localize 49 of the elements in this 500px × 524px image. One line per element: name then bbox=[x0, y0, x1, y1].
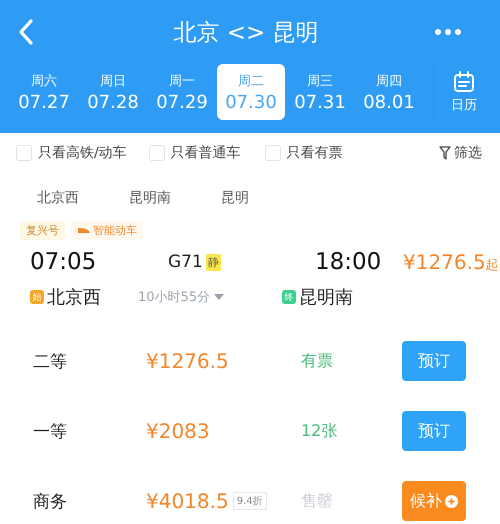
station-option[interactable]: 昆明 bbox=[221, 189, 249, 217]
plus-icon bbox=[445, 494, 458, 508]
checkbox[interactable] bbox=[264, 145, 281, 161]
more-icon[interactable] bbox=[434, 28, 462, 36]
lowest-price: ¥1276.5起 bbox=[403, 250, 499, 274]
discount-badge: 9.4折 bbox=[232, 492, 267, 510]
seat-availability: 12张 bbox=[301, 420, 338, 442]
checkbox[interactable] bbox=[148, 145, 165, 161]
date-tab[interactable]: 周二 07.30 bbox=[217, 64, 285, 120]
quiet-badge: 静 bbox=[206, 254, 221, 270]
end-badge: 终 bbox=[282, 290, 296, 304]
seat-price: ¥1276.5 bbox=[146, 349, 229, 373]
train-tag: 复兴号 bbox=[20, 221, 65, 240]
seat-price: ¥4018.5 bbox=[146, 489, 229, 513]
station-option[interactable]: 昆明南 bbox=[129, 189, 171, 217]
seat-price: ¥2083 bbox=[146, 419, 210, 443]
seat-class: 商务 bbox=[33, 490, 68, 512]
train-icon bbox=[77, 227, 91, 234]
date-tab[interactable]: 周一 07.29 bbox=[148, 64, 216, 120]
date-tab[interactable]: 周三 07.31 bbox=[286, 64, 354, 120]
filter-checkbox[interactable]: 只看高铁/动车 bbox=[16, 144, 127, 162]
departure-station: 北京西 bbox=[47, 286, 101, 309]
seat-availability: 有票 bbox=[301, 350, 334, 372]
filter-checkbox[interactable]: 只看有票 bbox=[264, 144, 343, 162]
filter-button[interactable]: 筛选 bbox=[439, 144, 482, 162]
funnel-icon bbox=[439, 146, 451, 160]
book-button[interactable]: 预订 bbox=[402, 411, 466, 451]
seat-class: 二等 bbox=[33, 350, 68, 372]
station-option[interactable]: 北京西 bbox=[37, 189, 79, 217]
calendar-button[interactable]: 日历 bbox=[433, 64, 494, 120]
duration-toggle[interactable]: 10小时55分 bbox=[138, 288, 248, 306]
train-tag: 智能动车 bbox=[71, 221, 143, 240]
seat-class: 一等 bbox=[33, 420, 68, 442]
start-badge: 始 bbox=[30, 290, 44, 304]
arrival-time: 18:00 bbox=[314, 249, 382, 275]
filter-checkbox[interactable]: 只看普通车 bbox=[148, 144, 241, 162]
calendar-icon bbox=[453, 70, 475, 92]
arrival-station: 昆明南 bbox=[299, 286, 353, 309]
train-number: G71 bbox=[168, 252, 203, 272]
date-tab[interactable]: 周日 07.28 bbox=[79, 64, 147, 120]
date-tab[interactable]: 周四 08.01 bbox=[355, 64, 423, 120]
book-button[interactable]: 预订 bbox=[402, 341, 466, 381]
back-icon[interactable] bbox=[18, 19, 34, 45]
date-tab[interactable]: 周六 07.27 bbox=[10, 64, 78, 120]
checkbox[interactable] bbox=[16, 145, 32, 161]
page-title: 北京 <> 昆明 bbox=[173, 18, 319, 48]
caret-icon bbox=[214, 294, 224, 300]
waitlist-button[interactable]: 候补 bbox=[402, 481, 466, 521]
departure-time: 07:05 bbox=[29, 249, 98, 275]
